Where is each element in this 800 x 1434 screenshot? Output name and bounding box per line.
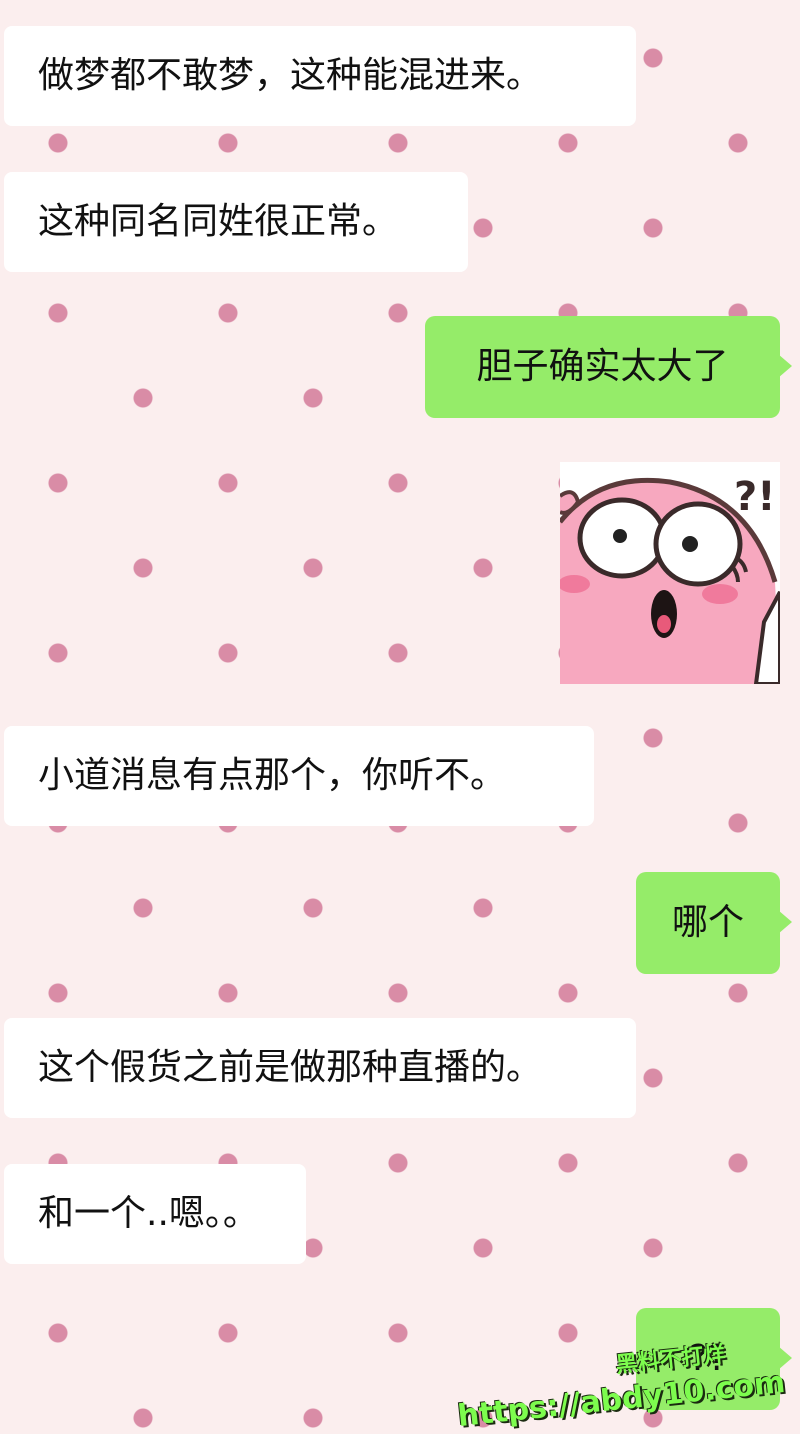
message-text: ??	[688, 1338, 728, 1379]
incoming-message-1[interactable]: 做梦都不敢梦，这种能混进来。	[4, 26, 636, 126]
sticker-text: ?!	[734, 474, 775, 520]
incoming-message-2[interactable]: 这种同名同姓很正常。	[4, 172, 468, 272]
chat-area: 做梦都不敢梦，这种能混进来。 这种同名同姓很正常。 胆子确实太大了 ?! 小道消…	[0, 0, 800, 1434]
message-text: 和一个..嗯。。	[38, 1193, 259, 1234]
surprised-face-sticker-icon: ?!	[560, 462, 780, 684]
message-text: 这个假货之前是做那种直播的。	[38, 1047, 543, 1088]
outgoing-message-3[interactable]: ??	[636, 1308, 792, 1410]
incoming-message-3[interactable]: 小道消息有点那个，你听不。	[4, 726, 594, 826]
message-text: 胆子确实太大了	[476, 346, 729, 387]
message-text: 做梦都不敢梦，这种能混进来。	[38, 55, 543, 96]
message-text: 这种同名同姓很正常。	[38, 201, 399, 242]
outgoing-message-1[interactable]: 胆子确实太大了	[425, 316, 792, 418]
sticker-message[interactable]: ?!	[560, 462, 780, 684]
message-text: 哪个	[671, 902, 744, 943]
incoming-message-4[interactable]: 这个假货之前是做那种直播的。	[4, 1018, 636, 1118]
message-text: 小道消息有点那个，你听不。	[38, 755, 507, 796]
outgoing-message-2[interactable]: 哪个	[636, 872, 792, 974]
incoming-message-5[interactable]: 和一个..嗯。。	[4, 1164, 306, 1264]
